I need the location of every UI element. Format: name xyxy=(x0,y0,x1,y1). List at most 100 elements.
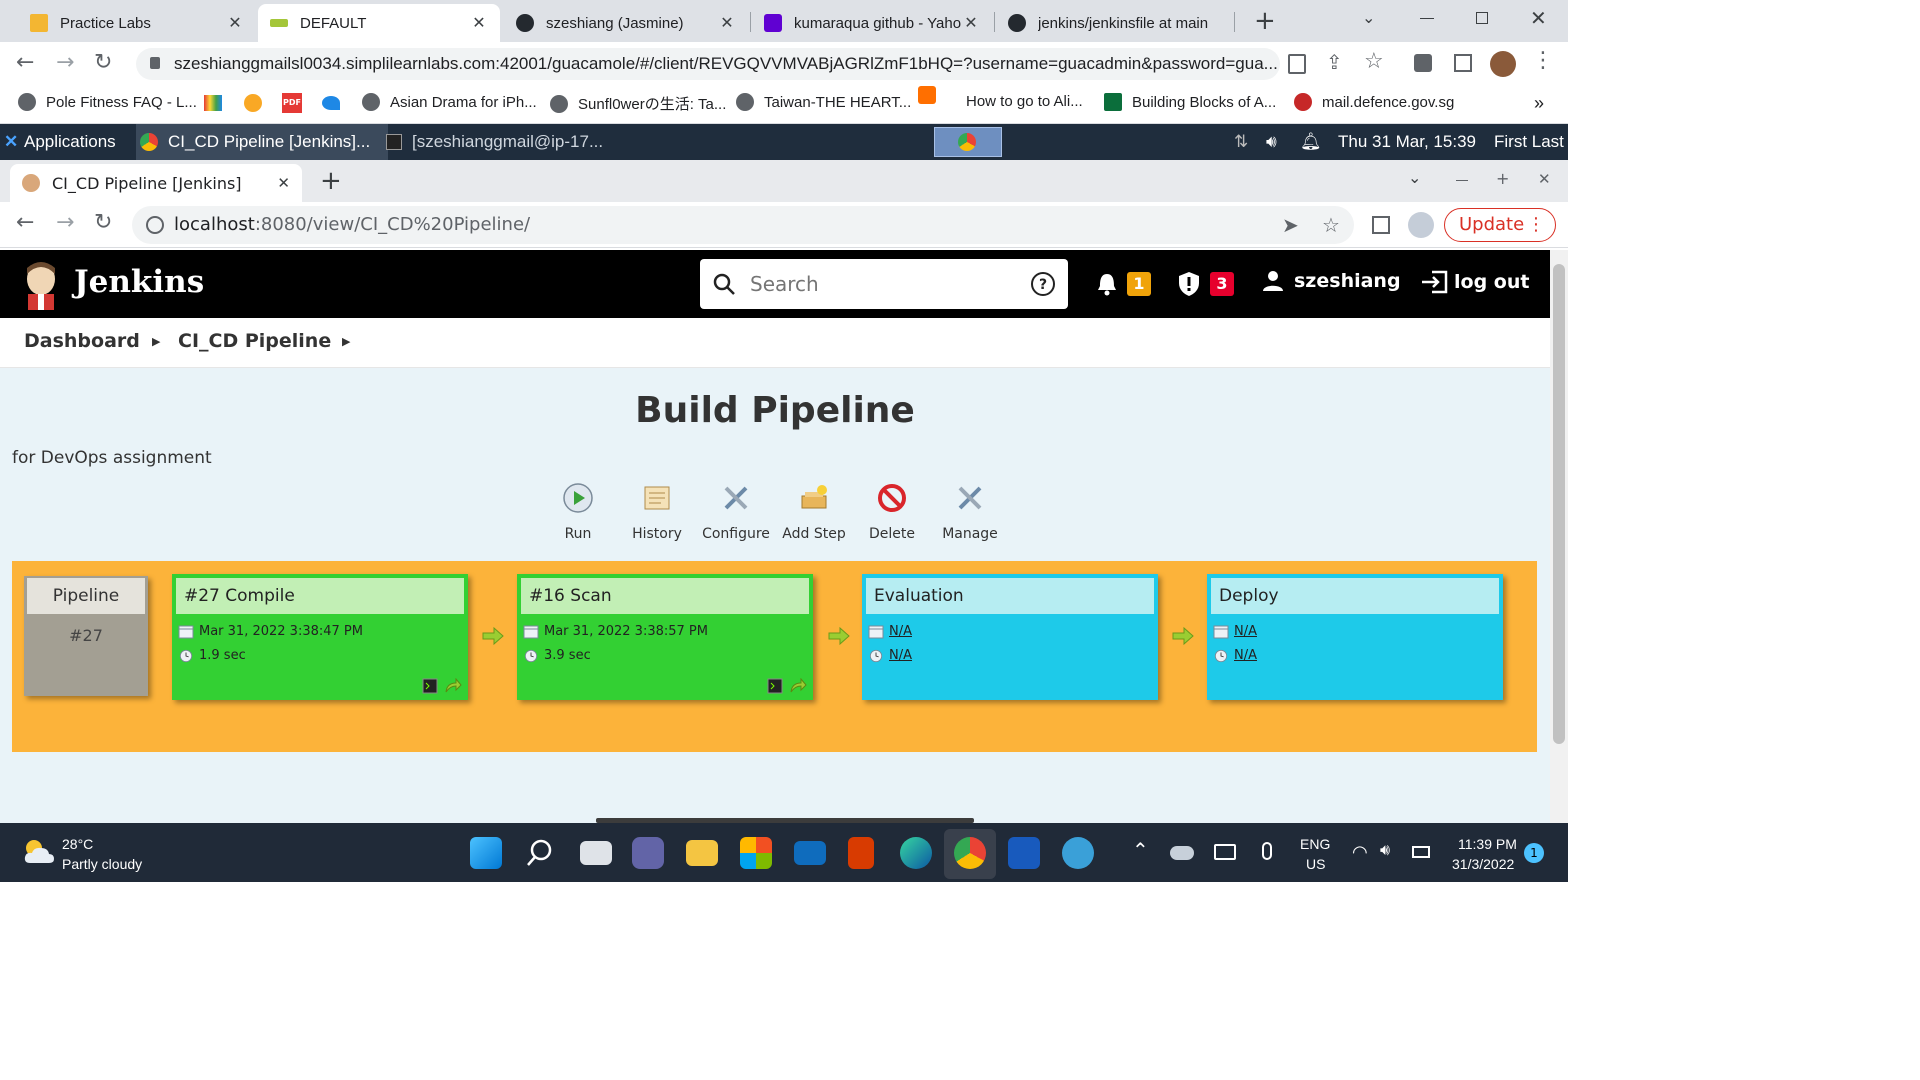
wifi-icon[interactable]: ◠ xyxy=(1352,842,1368,863)
start-icon[interactable] xyxy=(470,837,502,869)
jenkins-title[interactable]: Jenkins xyxy=(74,264,204,300)
close-icon[interactable]: ✕ xyxy=(226,13,244,33)
profile-avatar[interactable] xyxy=(1408,212,1434,238)
bookmark-emoji-icon[interactable] xyxy=(244,94,262,112)
microphone-icon[interactable] xyxy=(1262,842,1272,860)
bookmark-star-icon[interactable]: ☆ xyxy=(1322,206,1340,244)
bookmark-pdf-icon[interactable]: PDF xyxy=(282,93,302,113)
send-icon[interactable]: ➤ xyxy=(1282,206,1299,244)
stage-duration[interactable]: N/A xyxy=(1234,648,1257,663)
taskbar-date[interactable]: 31/3/2022 xyxy=(1452,856,1514,872)
inner-url-field[interactable]: localhost:8080/view/CI_CD%20Pipeline/ ➤ … xyxy=(132,206,1354,244)
user-menu[interactable]: szeshiang xyxy=(1262,270,1401,292)
stage-card-scan[interactable]: #16 Scan Mar 31, 2022 3:38:57 PM 3.9 sec xyxy=(517,574,813,700)
outer-url-field[interactable]: szeshianggmailsl0034.simplilearnlabs.com… xyxy=(136,48,1280,80)
remote-app-icon[interactable] xyxy=(1062,837,1094,869)
close-icon[interactable]: ✕ xyxy=(470,13,488,33)
reload-icon[interactable]: ↻ xyxy=(94,210,112,235)
vertical-scrollbar[interactable] xyxy=(1550,250,1568,823)
tray-overflow-chevron-icon[interactable]: ⌃ xyxy=(1132,838,1149,863)
help-icon[interactable]: ? xyxy=(1030,271,1056,297)
office-icon[interactable] xyxy=(848,837,874,869)
applications-menu[interactable]: Applications xyxy=(24,132,116,152)
forward-icon[interactable]: → xyxy=(56,210,74,235)
close-icon[interactable]: ✕ xyxy=(718,13,736,33)
edge-icon[interactable] xyxy=(900,837,932,869)
new-tab-button[interactable]: + xyxy=(1254,6,1276,36)
stage-card-deploy[interactable]: Deploy N/A N/A xyxy=(1207,574,1503,700)
bookmark-sunfl0wer[interactable]: Sunfl0werの生活: Ta... xyxy=(550,93,726,114)
bookmark-star-icon[interactable]: ☆ xyxy=(1364,49,1384,74)
pipeline-number[interactable]: #27 xyxy=(24,626,148,645)
security-badge[interactable]: 3 xyxy=(1210,272,1234,296)
window-close-icon[interactable]: ✕ xyxy=(1530,6,1547,30)
minimize-icon[interactable] xyxy=(1420,18,1434,19)
rebuild-icon[interactable] xyxy=(444,678,462,694)
stage-title[interactable]: #16 Scan xyxy=(521,578,809,614)
stage-title[interactable]: #27 Compile xyxy=(176,578,464,614)
outer-tab-yahoo[interactable]: kumaraqua github - Yaho ✕ xyxy=(752,4,992,42)
weather-description[interactable]: Partly cloudy xyxy=(62,856,142,872)
close-icon[interactable]: ✕ xyxy=(277,174,290,192)
shield-icon[interactable] xyxy=(1178,271,1200,297)
pipeline-header-card[interactable]: Pipeline #27 xyxy=(24,576,148,696)
inner-tab-jenkins[interactable]: CI_CD Pipeline [Jenkins] ✕ xyxy=(10,164,302,202)
rebuild-icon[interactable] xyxy=(789,678,807,694)
teams-chat-icon[interactable] xyxy=(632,837,664,869)
network-icon[interactable]: ⇅ xyxy=(1234,132,1248,152)
forward-icon[interactable]: → xyxy=(56,50,74,75)
side-panel-icon[interactable] xyxy=(1454,54,1472,72)
task-view-icon[interactable] xyxy=(580,841,612,865)
breadcrumb-chevron-icon[interactable]: ▶ xyxy=(152,335,160,348)
jenkins-logo-icon[interactable] xyxy=(22,260,60,310)
new-tab-button[interactable]: + xyxy=(320,166,342,196)
console-icon[interactable] xyxy=(422,678,438,694)
search-box[interactable]: ? xyxy=(700,259,1068,309)
restore-icon[interactable] xyxy=(1476,12,1488,24)
scrollbar-thumb[interactable] xyxy=(1553,264,1565,744)
notifications-bell-icon[interactable]: 🔔︎ xyxy=(1300,132,1322,152)
clipboard-icon[interactable] xyxy=(1288,54,1306,74)
battery-icon[interactable] xyxy=(1412,846,1430,858)
weather-partly-cloudy-icon[interactable] xyxy=(22,837,56,865)
stage-title[interactable]: Deploy xyxy=(1211,578,1499,614)
delete-button[interactable]: Delete xyxy=(852,480,932,542)
breadcrumb-ci-cd-pipeline[interactable]: CI_CD Pipeline xyxy=(178,330,331,352)
language-secondary[interactable]: US xyxy=(1306,856,1325,872)
manage-button[interactable]: Manage xyxy=(930,480,1010,542)
configure-button[interactable]: Configure xyxy=(696,480,776,542)
bookmark-bird-icon[interactable] xyxy=(322,96,340,110)
extensions-icon[interactable] xyxy=(1414,54,1432,72)
update-button[interactable]: Update ⋮ xyxy=(1444,208,1556,242)
share-icon[interactable]: ⇪ xyxy=(1326,50,1343,74)
panel-user[interactable]: First Last xyxy=(1494,132,1564,152)
bookmarks-overflow[interactable]: » xyxy=(1534,93,1544,114)
word-icon[interactable] xyxy=(1008,837,1040,869)
taskbutton-terminal[interactable]: [szeshianggmail@ip-17... xyxy=(412,132,603,152)
menu-dots-icon[interactable]: ⋮ xyxy=(1532,48,1554,73)
stage-date[interactable]: N/A xyxy=(1234,624,1257,639)
breadcrumb-dashboard[interactable]: Dashboard xyxy=(24,330,140,352)
run-button[interactable]: Run xyxy=(538,480,618,542)
file-explorer-icon[interactable] xyxy=(686,840,718,866)
notifications-badge[interactable]: 1 xyxy=(1127,272,1151,296)
notification-count-badge[interactable]: 1 xyxy=(1524,843,1544,863)
blogger-icon[interactable] xyxy=(918,86,936,104)
microsoft-store-icon[interactable] xyxy=(740,837,772,869)
bookmark-taiwan[interactable]: Taiwan-THE HEART... xyxy=(736,93,911,111)
console-icon[interactable] xyxy=(767,678,783,694)
reload-icon[interactable]: ↻ xyxy=(94,50,112,75)
keyboard-icon[interactable] xyxy=(1214,844,1236,860)
volume-icon[interactable]: 🔊︎ xyxy=(1266,132,1277,152)
profile-avatar[interactable] xyxy=(1490,51,1516,77)
side-panel-icon[interactable] xyxy=(1372,216,1390,234)
stage-title[interactable]: Evaluation xyxy=(866,578,1154,614)
tab-search-chevron-icon[interactable]: ⌄ xyxy=(1408,168,1421,187)
onedrive-icon[interactable] xyxy=(1170,846,1194,860)
tab-search-chevron-icon[interactable]: ⌄ xyxy=(1362,8,1375,27)
bell-icon[interactable] xyxy=(1096,272,1118,296)
outer-tab-default[interactable]: DEFAULT ✕ xyxy=(258,4,500,42)
logout-link[interactable]: log out xyxy=(1420,270,1529,294)
bookmark-how-to-go[interactable]: How to go to Ali... xyxy=(966,93,1083,110)
volume-icon[interactable]: 🔊︎ xyxy=(1380,842,1390,860)
